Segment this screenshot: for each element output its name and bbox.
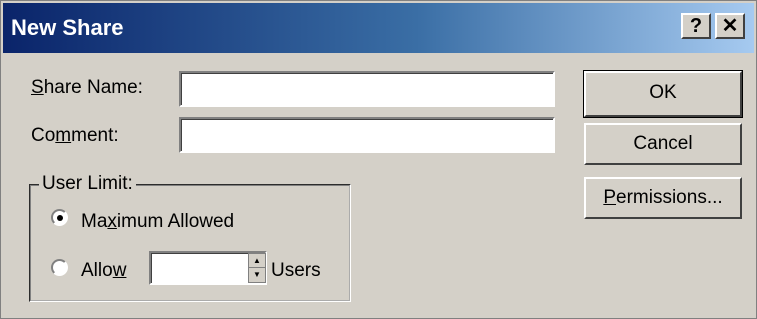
spin-down-icon[interactable]: ▼ (249, 268, 265, 282)
share-name-label: Share Name: (31, 77, 143, 98)
allow-radio[interactable] (51, 259, 68, 276)
users-label: Users (271, 260, 321, 281)
cancel-button[interactable]: Cancel (584, 123, 742, 165)
ok-button[interactable]: OK (583, 70, 743, 118)
share-name-field[interactable] (179, 71, 555, 107)
permissions-button[interactable]: Permissions... (584, 177, 742, 219)
close-icon: ✕ (721, 15, 739, 37)
allow-label[interactable]: Allow (81, 260, 126, 282)
close-button[interactable]: ✕ (715, 13, 745, 39)
user-limit-legend: User Limit: (39, 173, 136, 195)
title-bar[interactable]: New Share ? ✕ (3, 3, 754, 53)
radio-selected-dot (57, 215, 63, 221)
maximum-allowed-label[interactable]: Maximum Allowed (81, 211, 234, 233)
window-title: New Share (11, 15, 124, 40)
help-button[interactable]: ? (681, 13, 711, 39)
share-name-input[interactable] (181, 73, 553, 105)
maximum-allowed-radio[interactable] (51, 209, 68, 226)
users-spinner[interactable]: ▲ ▼ (248, 253, 266, 283)
comment-label: Comment: (31, 125, 119, 146)
spin-up-icon[interactable]: ▲ (249, 254, 265, 268)
new-share-dialog: New Share ? ✕ Share Name: Comment: User … (0, 0, 757, 319)
comment-field[interactable] (179, 117, 555, 153)
comment-input[interactable] (181, 119, 553, 151)
